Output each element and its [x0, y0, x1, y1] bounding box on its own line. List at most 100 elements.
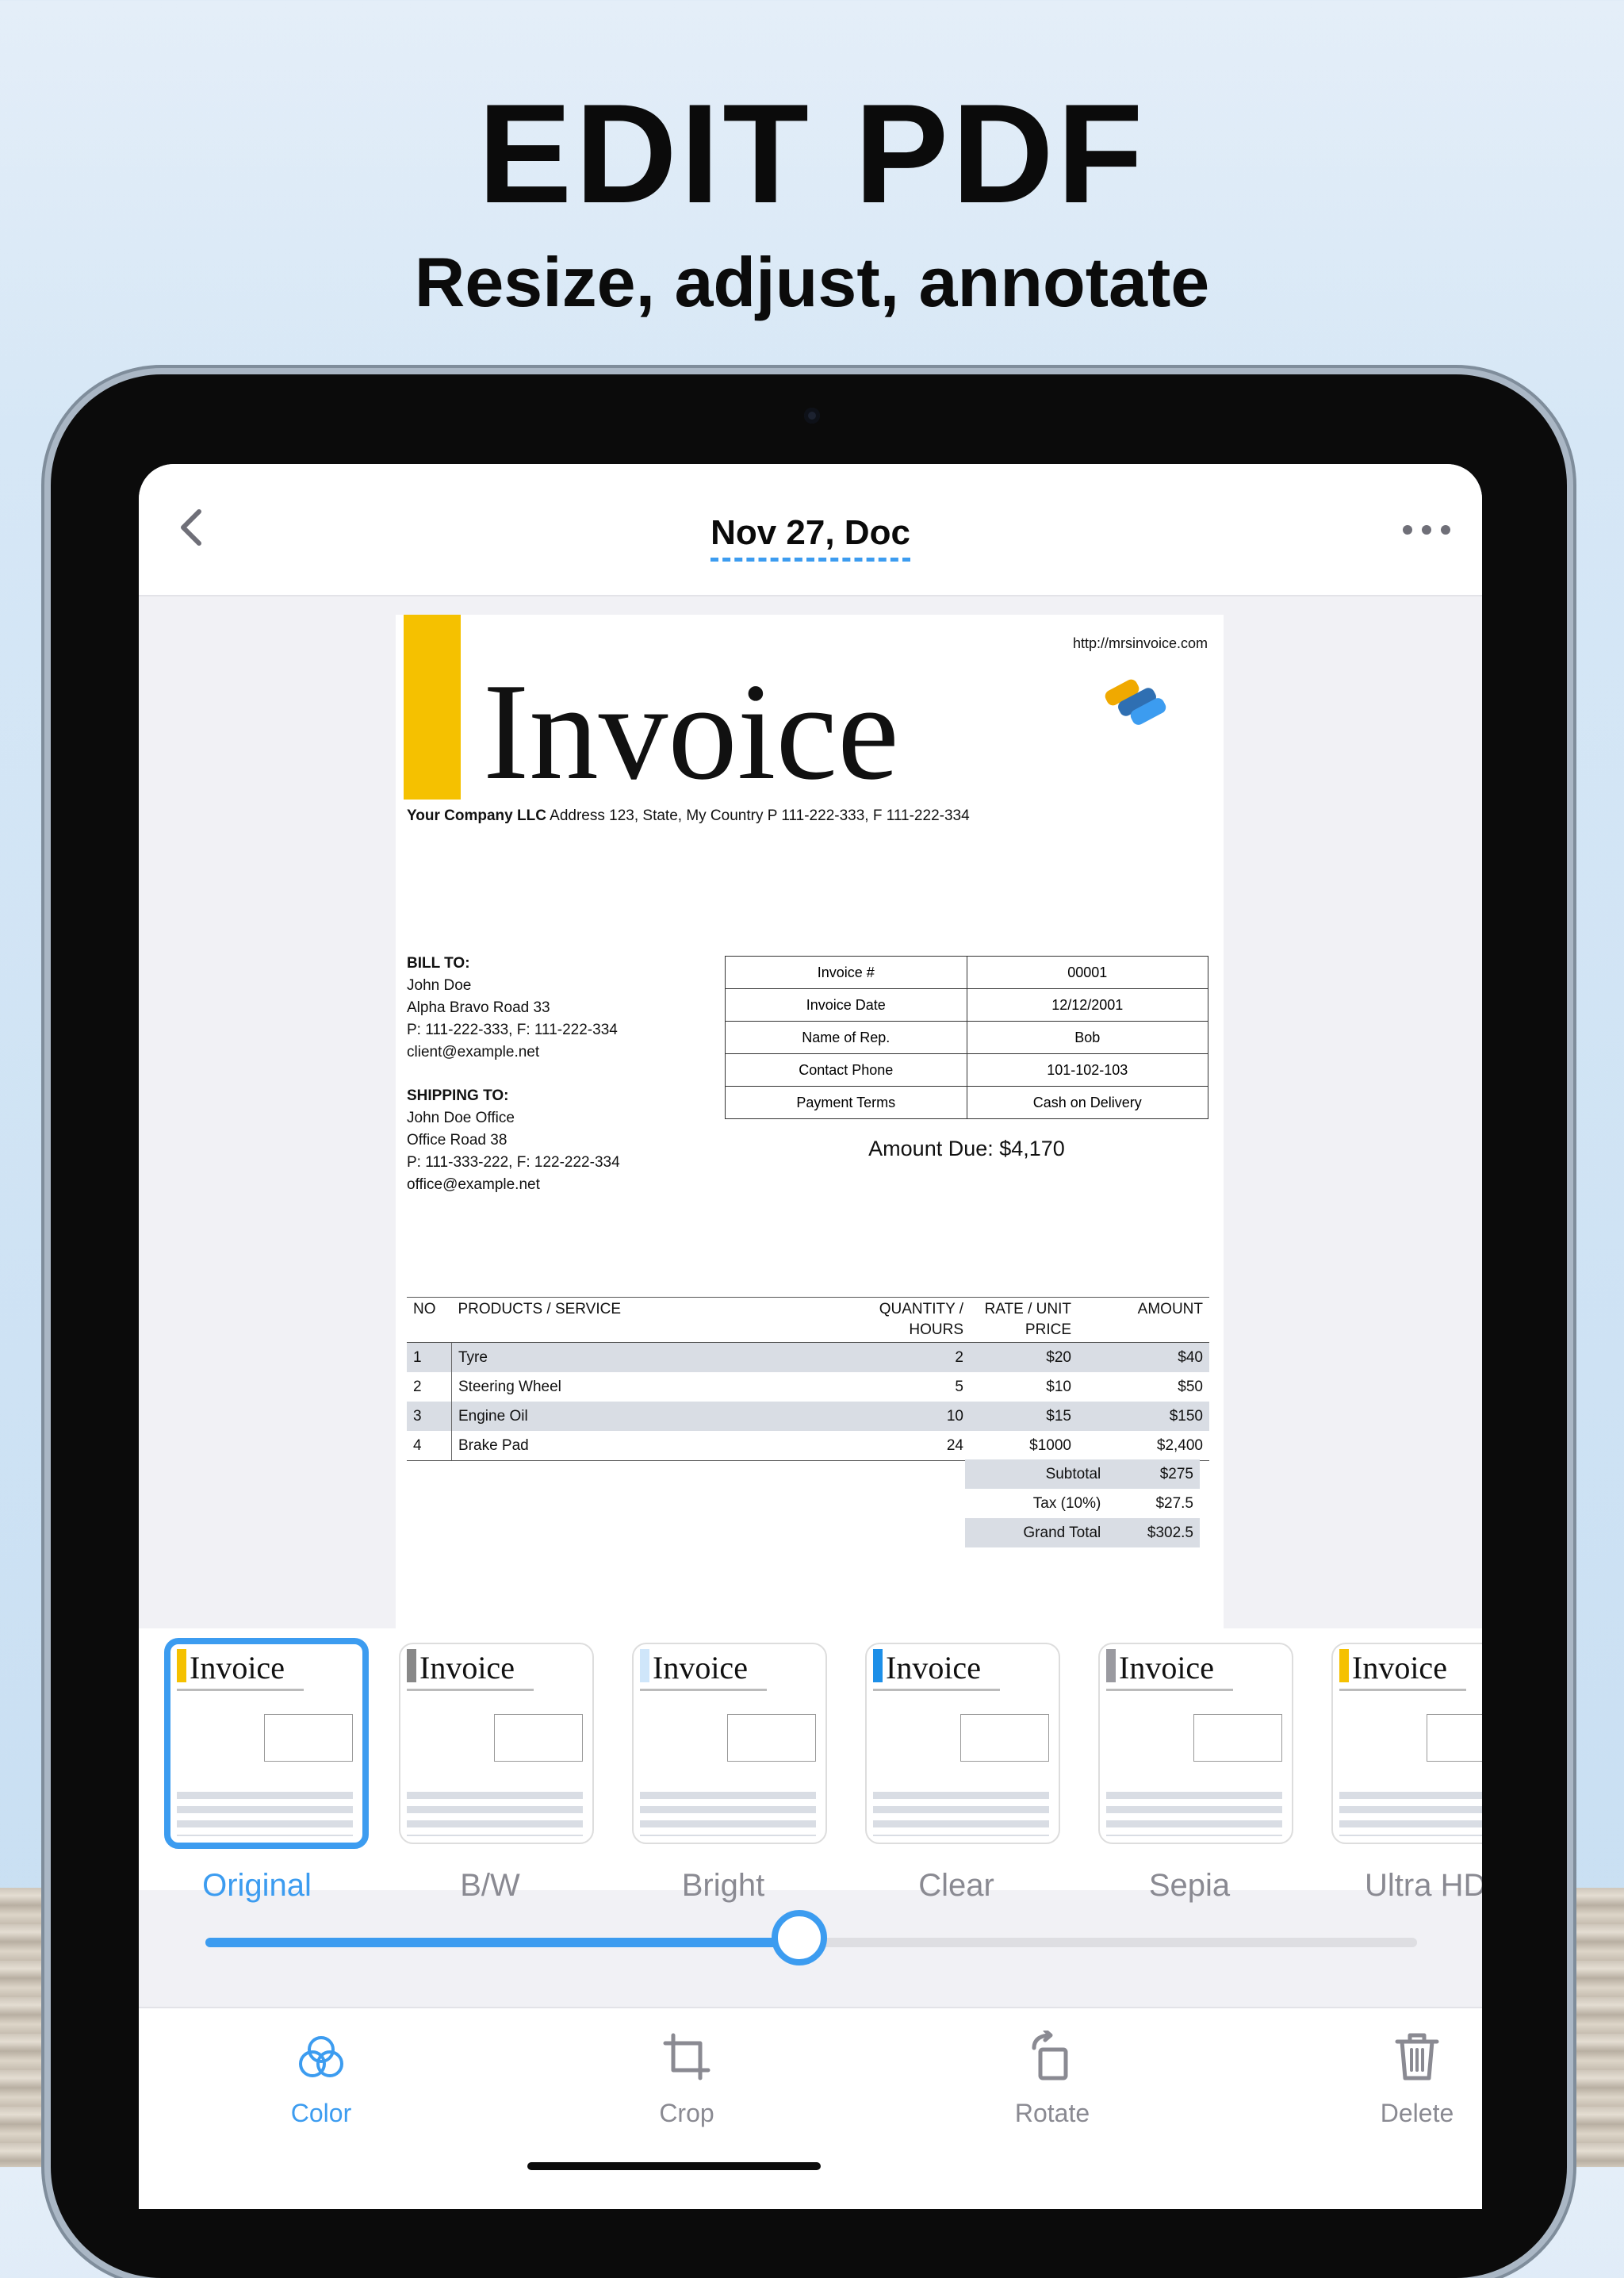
thumb-table-rows [1106, 1792, 1282, 1836]
item-no: 1 [407, 1342, 452, 1372]
crop-icon [663, 2033, 710, 2080]
delete-tool-label: Delete [1380, 2099, 1454, 2127]
info-label: Name of Rep. [725, 1021, 967, 1054]
item-rate: $15 [970, 1402, 1078, 1431]
item-qty: 2 [862, 1342, 970, 1372]
filter-thumb-sepia[interactable]: Invoice [1098, 1643, 1293, 1844]
ship-to-line: Office Road 38 [407, 1132, 508, 1149]
col-product: PRODUCTS / SERVICE [451, 1297, 862, 1343]
filter-label-bright[interactable]: Bright [624, 1868, 822, 1904]
item-product: Steering Wheel [458, 1378, 561, 1395]
info-value: Bob [966, 1021, 1208, 1054]
thumb-accent-bar [873, 1649, 883, 1682]
col-quantity-line2: HOURS [909, 1321, 963, 1338]
total-value: $275 [1107, 1459, 1200, 1489]
thumb-table-rows [407, 1792, 583, 1836]
total-label: Tax (10%) [1032, 1494, 1101, 1512]
col-no: NO [407, 1297, 452, 1343]
rotate-tool-button[interactable]: Rotate [973, 2008, 1132, 2128]
color-tool-label: Color [290, 2099, 352, 2127]
col-quantity-line1: QUANTITY / [879, 1301, 963, 1317]
filter-label-bw[interactable]: B/W [391, 1868, 589, 1904]
item-no: 2 [407, 1372, 452, 1402]
thumb-info-box [494, 1714, 583, 1762]
item-qty: 24 [862, 1431, 970, 1461]
col-amount: AMOUNT [1078, 1297, 1209, 1343]
totals-row: Tax (10%) $27.5 [965, 1489, 1200, 1518]
thumb-accent-bar [407, 1649, 416, 1682]
ship-to-line: John Doe Office [407, 1110, 515, 1126]
thumb-title: Invoice [419, 1650, 515, 1685]
filter-thumb-original[interactable]: Invoice [164, 1638, 369, 1849]
filter-label-original[interactable]: Original [158, 1868, 356, 1904]
filter-thumb-ultra-hd[interactable]: Invoice [1331, 1643, 1482, 1844]
info-value: 00001 [966, 956, 1208, 989]
filter-thumb-bright[interactable]: Invoice [632, 1643, 827, 1844]
thumb-info-box [727, 1714, 816, 1762]
info-row: Contact Phone 101-102-103 [725, 1053, 1208, 1087]
item-product: Engine Oil [451, 1402, 862, 1431]
company-line: Your Company LLC Address 123, State, My … [407, 807, 970, 825]
totals-row: Subtotal $275 [965, 1459, 1200, 1489]
rotate-tool-label: Rotate [1014, 2099, 1090, 2127]
filter-label-sepia[interactable]: Sepia [1090, 1868, 1289, 1904]
item-amount: $40 [1078, 1342, 1209, 1372]
item-amount: $50 [1178, 1378, 1203, 1395]
info-label: Payment Terms [725, 1086, 967, 1119]
totals-row: Grand Total $302.5 [965, 1518, 1200, 1547]
filter-thumb-bw[interactable]: Invoice [399, 1643, 594, 1844]
filter-strip: Invoice Invoice Invoice Invoice Invoice … [139, 1628, 1482, 1903]
col-rate: RATE / UNIT PRICE [970, 1297, 1078, 1343]
info-value: 101-102-103 [966, 1053, 1208, 1087]
bill-to-line: Alpha Bravo Road 33 [407, 999, 550, 1016]
thumb-text-line [873, 1689, 1000, 1691]
item-no: 4 [407, 1431, 452, 1461]
total-value: $27.5 [1155, 1494, 1193, 1512]
filter-label-ultra-hd[interactable]: Ultra HD [1323, 1868, 1482, 1904]
info-label: Invoice Date [725, 988, 967, 1022]
bill-to-heading: BILL TO: [407, 955, 470, 972]
total-label: Subtotal [965, 1459, 1108, 1489]
thumb-info-box [1427, 1714, 1482, 1762]
info-value: 12/12/2001 [966, 988, 1208, 1022]
invoice-url: http://mrsinvoice.com [1072, 635, 1208, 651]
thumb-title: Invoice [190, 1650, 285, 1685]
adjust-slider-fill [205, 1938, 799, 1947]
document-title[interactable]: Nov 27, Doc [139, 513, 1482, 562]
table-row: 3 Engine Oil 10 $15 $150 [407, 1402, 1209, 1431]
item-amount: $150 [1078, 1402, 1209, 1431]
info-value: Cash on Delivery [966, 1086, 1208, 1119]
totals-table: Subtotal $275 Tax (10%) $27.5 Grand Total $… [965, 1459, 1200, 1547]
item-rate: $10 [1046, 1378, 1071, 1395]
ellipsis-icon[interactable] [1395, 510, 1458, 550]
document-title-text[interactable]: Nov 27, Doc [710, 513, 910, 562]
color-tool-button[interactable]: Color [242, 2008, 400, 2128]
thumb-text-line [407, 1689, 534, 1691]
line-items-table: NO PRODUCTS / SERVICE QUANTITY / HOURS RA… [407, 1297, 1209, 1461]
ship-to-heading: SHIPPING TO: [407, 1087, 509, 1104]
rotate-icon [1032, 2031, 1068, 2080]
ship-to-line: office@example.net [407, 1176, 540, 1193]
info-label: Contact Phone [725, 1053, 967, 1087]
delete-tool-button[interactable]: Delete [1338, 2008, 1482, 2128]
item-qty: 5 [955, 1378, 963, 1395]
crop-tool-button[interactable]: Crop [607, 2008, 766, 2128]
thumb-accent-bar [1106, 1649, 1116, 1682]
info-row: Invoice Date 12/12/2001 [725, 988, 1208, 1022]
bill-to-line: P: 111-222-333, F: 111-222-334 [407, 1022, 618, 1038]
invoice-accent-bar [404, 615, 461, 800]
table-header-row: NO PRODUCTS / SERVICE QUANTITY / HOURS RA… [407, 1297, 1209, 1343]
document-page[interactable]: http://mrsinvoice.com Invoice Your Compa… [396, 615, 1224, 1646]
adjust-slider-track[interactable] [205, 1910, 1417, 1965]
home-indicator[interactable] [527, 2162, 821, 2170]
filter-thumb-clear[interactable]: Invoice [865, 1643, 1060, 1844]
table-row: 2 Steering Wheel 5 $10 $50 [407, 1372, 1209, 1402]
ship-to-block: SHIPPING TO: John Doe Office Office Road… [407, 1085, 620, 1196]
bottom-toolbar: Color Crop Rotate Delete [139, 2007, 1482, 2209]
filter-label-clear[interactable]: Clear [857, 1868, 1055, 1904]
trash-icon [1395, 2033, 1439, 2080]
amount-due: Amount Due: $4,170 [868, 1137, 1065, 1160]
promo-headline: EDIT PDF [477, 75, 1147, 232]
adjust-slider-knob[interactable] [771, 1910, 827, 1965]
crop-tool-label: Crop [659, 2099, 714, 2127]
